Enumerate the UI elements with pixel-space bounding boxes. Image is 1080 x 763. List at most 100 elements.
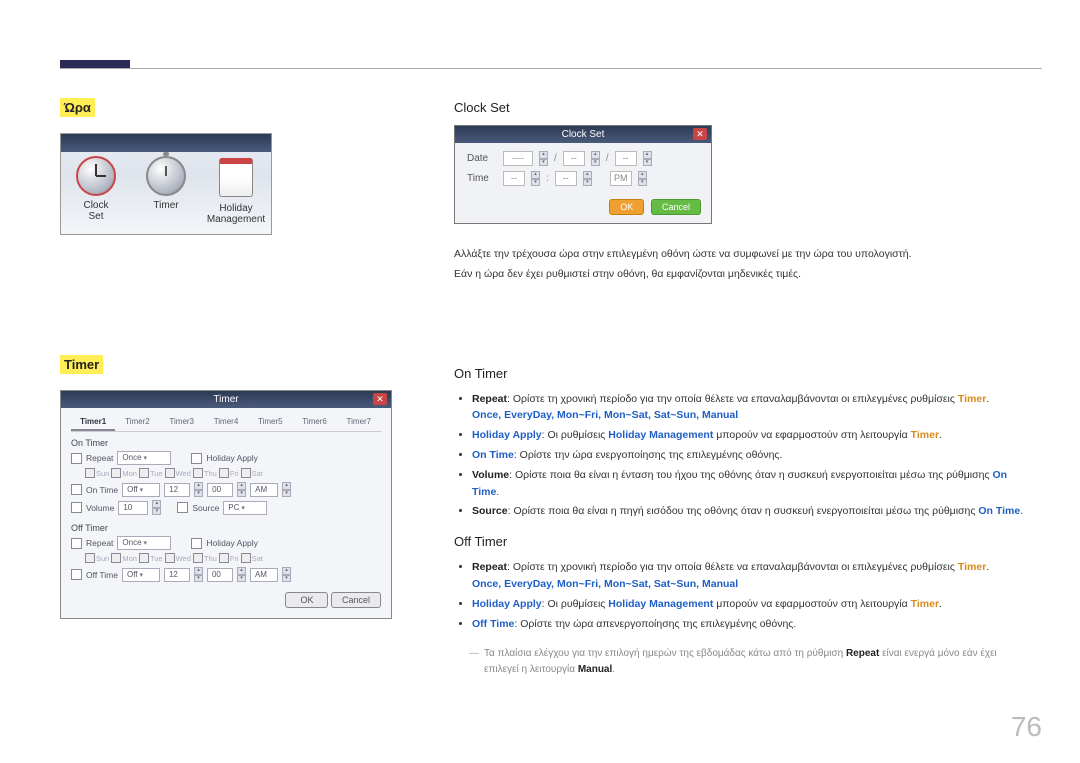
tab-timer6[interactable]: Timer6 bbox=[292, 414, 336, 431]
timer-dialog-body: Timer1 Timer2 Timer3 Timer4 Timer5 Timer… bbox=[61, 408, 391, 618]
on-day-wed[interactable] bbox=[165, 468, 175, 478]
calendar-icon bbox=[219, 158, 253, 197]
off-hour[interactable]: 12 bbox=[164, 568, 190, 582]
clock-ok-button[interactable]: OK bbox=[609, 199, 644, 215]
off-day-mon[interactable] bbox=[111, 553, 121, 563]
holiday-label: Holiday Management bbox=[201, 203, 271, 225]
off-day-wed[interactable] bbox=[165, 553, 175, 563]
off-holiday-label: Holiday Apply bbox=[206, 538, 258, 548]
on-time-enable[interactable]: Off bbox=[122, 483, 160, 497]
on-day-tue[interactable] bbox=[139, 468, 149, 478]
off-ampm[interactable]: AM bbox=[250, 568, 278, 582]
off-time-enable[interactable]: Off bbox=[122, 568, 160, 582]
off-day-sun[interactable] bbox=[85, 553, 95, 563]
close-icon[interactable]: ✕ bbox=[693, 128, 707, 140]
tab-timer4[interactable]: Timer4 bbox=[204, 414, 248, 431]
on-timer-list: Repeat: Ορίστε τη χρονική περίοδο για τη… bbox=[454, 391, 1034, 521]
date-month[interactable]: -- bbox=[563, 151, 585, 166]
off-repeat-checkbox[interactable] bbox=[71, 538, 82, 549]
off-timer-note: Τα πλαίσια ελέγχου για την επιλογή ημερώ… bbox=[454, 646, 1034, 678]
timer-ok-button[interactable]: OK bbox=[285, 592, 328, 608]
volume-label: Volume bbox=[86, 503, 114, 513]
tab-timer1[interactable]: Timer1 bbox=[71, 414, 115, 431]
time-ampm-spin[interactable]: ▴▾ bbox=[638, 171, 647, 186]
on-hour[interactable]: 12 bbox=[164, 483, 190, 497]
volume-spin[interactable]: ▴▾ bbox=[152, 500, 161, 515]
clock-dialog-buttons: OK Cancel bbox=[455, 199, 711, 223]
off-day-sat[interactable] bbox=[241, 553, 251, 563]
time-row: Time -- ▴▾ : -- ▴▾ PM ▴▾ bbox=[467, 171, 699, 186]
on-repeat-label: Repeat bbox=[86, 453, 113, 463]
on-repeat-select[interactable]: Once bbox=[117, 451, 171, 465]
off-ampm-spin[interactable]: ▴▾ bbox=[282, 567, 291, 582]
tab-timer3[interactable]: Timer3 bbox=[160, 414, 204, 431]
time-hour-spin[interactable]: ▴▾ bbox=[531, 171, 540, 186]
tab-timer5[interactable]: Timer5 bbox=[248, 414, 292, 431]
on-timer-holiday: Holiday Apply: Οι ρυθμίσεις Holiday Mana… bbox=[472, 427, 1034, 444]
date-label: Date bbox=[467, 153, 497, 164]
on-holiday-checkbox[interactable] bbox=[191, 453, 202, 464]
tab-timer7[interactable]: Timer7 bbox=[337, 414, 381, 431]
date-row: Date ---- ▴▾ / -- ▴▾ / -- ▴▾ bbox=[467, 151, 699, 166]
right-column: Clock Set Clock Set ✕ Date ---- ▴▾ / -- … bbox=[454, 100, 1034, 678]
on-holiday-label: Holiday Apply bbox=[206, 453, 258, 463]
volume-value[interactable]: 10 bbox=[118, 501, 148, 515]
on-min-spin[interactable]: ▴▾ bbox=[237, 482, 246, 497]
off-day-thu[interactable] bbox=[193, 553, 203, 563]
off-repeat-select[interactable]: Once bbox=[117, 536, 171, 550]
on-repeat-checkbox[interactable] bbox=[71, 453, 82, 464]
off-timer-list: Repeat: Ορίστε τη χρονική περίοδο για τη… bbox=[454, 559, 1034, 632]
off-holiday-checkbox[interactable] bbox=[191, 538, 202, 549]
on-day-sun[interactable] bbox=[85, 468, 95, 478]
clock-icon bbox=[76, 156, 116, 196]
timer-dialog: Timer ✕ Timer1 Timer2 Timer3 Timer4 Time… bbox=[60, 390, 392, 619]
source-select[interactable]: PC bbox=[223, 501, 267, 515]
clock-cancel-button[interactable]: Cancel bbox=[651, 199, 701, 215]
off-hour-spin[interactable]: ▴▾ bbox=[194, 567, 203, 582]
off-time-row: Off Time Off 12 ▴▾ 00 ▴▾ AM ▴▾ bbox=[71, 567, 381, 582]
time-ampm[interactable]: PM bbox=[610, 171, 632, 186]
timer-dialog-title-text: Timer bbox=[213, 394, 238, 405]
on-min[interactable]: 00 bbox=[207, 483, 233, 497]
timer-cancel-button[interactable]: Cancel bbox=[331, 592, 381, 608]
off-min-spin[interactable]: ▴▾ bbox=[237, 567, 246, 582]
off-day-fri[interactable] bbox=[219, 553, 229, 563]
off-days-row: Sun Mon Tue Wed Thu Fri Sat bbox=[85, 553, 381, 563]
on-day-thu[interactable] bbox=[193, 468, 203, 478]
timer-icon bbox=[146, 156, 186, 196]
off-day-tue[interactable] bbox=[139, 553, 149, 563]
date-year-spin[interactable]: ▴▾ bbox=[539, 151, 548, 166]
on-day-sat[interactable] bbox=[241, 468, 251, 478]
on-time-label: On Time bbox=[86, 485, 118, 495]
off-timer-repeat: Repeat: Ορίστε τη χρονική περίοδο για τη… bbox=[472, 559, 1034, 593]
on-timer-ontime: On Time: Ορίστε την ώρα ενεργοποίησης τη… bbox=[472, 447, 1034, 464]
off-timer-holiday: Holiday Apply: Οι ρυθμίσεις Holiday Mana… bbox=[472, 596, 1034, 613]
page-number: 76 bbox=[1011, 711, 1042, 743]
on-timer-volume: Volume: Ορίστε ποια θα είναι η ένταση το… bbox=[472, 467, 1034, 501]
close-icon[interactable]: ✕ bbox=[373, 393, 387, 405]
off-min[interactable]: 00 bbox=[207, 568, 233, 582]
on-ampm-spin[interactable]: ▴▾ bbox=[282, 482, 291, 497]
on-ampm[interactable]: AM bbox=[250, 483, 278, 497]
volume-row: Volume 10 ▴▾ Source PC bbox=[71, 500, 381, 515]
source-checkbox[interactable] bbox=[177, 502, 188, 513]
time-label: Time bbox=[467, 173, 497, 184]
on-day-fri[interactable] bbox=[219, 468, 229, 478]
time-min-spin[interactable]: ▴▾ bbox=[583, 171, 592, 186]
off-time-checkbox[interactable] bbox=[71, 569, 82, 580]
clock-dialog-title-text: Clock Set bbox=[562, 129, 605, 140]
on-day-mon[interactable] bbox=[111, 468, 121, 478]
date-year[interactable]: ---- bbox=[503, 151, 533, 166]
time-min[interactable]: -- bbox=[555, 171, 577, 186]
off-time-label: Off Time bbox=[86, 570, 118, 580]
date-day[interactable]: -- bbox=[615, 151, 637, 166]
time-hour[interactable]: -- bbox=[503, 171, 525, 186]
tab-timer2[interactable]: Timer2 bbox=[115, 414, 159, 431]
section-timer-heading: Timer bbox=[60, 355, 103, 374]
on-hour-spin[interactable]: ▴▾ bbox=[194, 482, 203, 497]
date-month-spin[interactable]: ▴▾ bbox=[591, 151, 600, 166]
on-time-checkbox[interactable] bbox=[71, 484, 82, 495]
panel-topbar bbox=[61, 134, 271, 152]
volume-checkbox[interactable] bbox=[71, 502, 82, 513]
date-day-spin[interactable]: ▴▾ bbox=[643, 151, 652, 166]
